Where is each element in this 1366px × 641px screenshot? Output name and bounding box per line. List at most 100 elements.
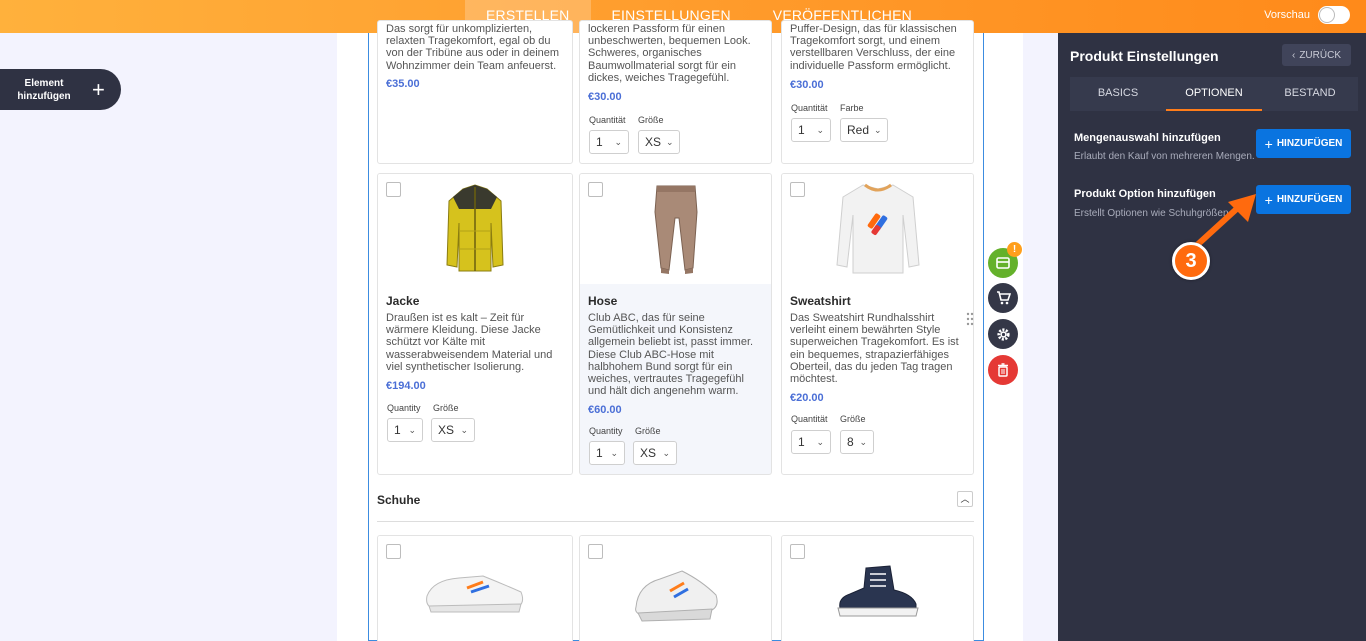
- size-label: Größe: [638, 115, 664, 125]
- product-image-sneaker-navy: [782, 536, 973, 636]
- drag-handle-icon[interactable]: [966, 312, 974, 326]
- chevron-down-icon: ⌄: [662, 447, 670, 458]
- cart-fab[interactable]: [988, 283, 1018, 313]
- product-description: Puffer-Design, das für klassischen Trage…: [790, 23, 957, 72]
- product-card[interactable]: Das sorgt für unkomplizierten, relaxten …: [377, 20, 573, 164]
- product-price: €30.00: [790, 79, 824, 91]
- product-description: lockeren Passform für einen unbeschwerte…: [588, 23, 751, 84]
- product-name: Hose: [588, 294, 618, 308]
- add-element-label: Element hinzufügen: [17, 77, 71, 102]
- size-select[interactable]: XS ⌄: [633, 441, 677, 465]
- preview-toggle[interactable]: [1318, 6, 1350, 24]
- card-icon: [996, 257, 1010, 269]
- delete-fab[interactable]: [988, 355, 1018, 385]
- size-label: Größe: [433, 403, 459, 413]
- back-label: ZURÜCK: [1299, 49, 1341, 61]
- chevron-down-icon: ⌄: [460, 424, 468, 435]
- product-card[interactable]: Puffer-Design, das für klassischen Trage…: [781, 20, 974, 164]
- settings-fab[interactable]: [988, 319, 1018, 349]
- product-card[interactable]: lockeren Passform für einen unbeschwerte…: [579, 20, 772, 164]
- product-image-sneaker-white: [378, 536, 572, 636]
- size-select[interactable]: XS ⌄: [638, 130, 680, 154]
- size-select[interactable]: XS ⌄: [431, 418, 475, 442]
- product-price: €20.00: [790, 392, 824, 404]
- product-checkbox[interactable]: [386, 182, 401, 197]
- product-image-sweatshirt: [782, 174, 973, 284]
- quantity-select[interactable]: 1 ⌄: [791, 430, 831, 454]
- panel-tabs: BASICS OPTIONEN BESTAND: [1070, 77, 1358, 111]
- product-price: €60.00: [588, 404, 622, 416]
- size-select[interactable]: 8 ⌄: [840, 430, 874, 454]
- chevron-down-icon: ⌄: [614, 136, 622, 147]
- product-checkbox[interactable]: [386, 544, 401, 559]
- quantity-option-title: Mengenauswahl hinzufügen: [1074, 132, 1221, 144]
- product-card[interactable]: [377, 535, 573, 641]
- section-divider: [377, 521, 974, 522]
- step-marker: 3: [1172, 242, 1210, 280]
- product-description: Das Sweatshirt Rundhalsshirt verleiht ei…: [790, 312, 959, 386]
- add-element-button[interactable]: Element hinzufügen +: [0, 69, 121, 110]
- product-card[interactable]: [579, 535, 772, 641]
- product-image-sneaker-grey: [580, 536, 771, 636]
- product-name: Sweatshirt: [790, 294, 851, 308]
- quantity-select[interactable]: 1 ⌄: [589, 130, 629, 154]
- product-checkbox[interactable]: [588, 182, 603, 197]
- product-checkbox[interactable]: [588, 544, 603, 559]
- trash-icon: [998, 363, 1008, 377]
- tab-optionen[interactable]: OPTIONEN: [1166, 77, 1262, 111]
- plus-icon: +: [1264, 135, 1273, 152]
- plus-icon: +: [1264, 191, 1273, 208]
- quantity-select[interactable]: 1 ⌄: [791, 118, 831, 142]
- back-button[interactable]: ‹ ZURÜCK: [1282, 44, 1351, 66]
- tab-basics[interactable]: BASICS: [1070, 77, 1166, 111]
- plus-icon: +: [92, 76, 105, 102]
- sneaker-icon: [426, 575, 524, 613]
- color-label: Farbe: [840, 103, 864, 113]
- chevron-left-icon: ‹: [1291, 49, 1296, 61]
- panel-title: Produkt Einstellungen: [1070, 48, 1219, 64]
- product-settings-panel: Produkt Einstellungen ‹ ZURÜCK BASICS OP…: [1058, 33, 1366, 641]
- product-description: Das sorgt für unkomplizierten, relaxten …: [386, 23, 560, 72]
- warning-badge: !: [1007, 242, 1022, 257]
- collapse-section-button[interactable]: ︿: [957, 491, 973, 507]
- quantity-select[interactable]: 1 ⌄: [589, 441, 625, 465]
- product-name: Jacke: [386, 294, 420, 308]
- product-image-jacket: [378, 174, 572, 284]
- tab-bestand[interactable]: BESTAND: [1262, 77, 1358, 111]
- preview-label: Vorschau: [1264, 9, 1310, 21]
- product-description: Draußen ist es kalt – Zeit für wärmere K…: [386, 312, 553, 373]
- product-card-hose[interactable]: Hose Club ABC, das für seine Gemütlichke…: [579, 173, 772, 475]
- product-card[interactable]: [781, 535, 974, 641]
- product-checkbox[interactable]: [790, 544, 805, 559]
- sneaker-icon: [634, 570, 718, 622]
- tutorial-arrow-icon: [1193, 194, 1256, 249]
- product-price: €30.00: [588, 91, 622, 103]
- chevron-down-icon: ⌄: [610, 447, 618, 458]
- product-card-sweatshirt[interactable]: Sweatshirt Das Sweatshirt Rundhalsshirt …: [781, 173, 974, 475]
- quantity-label: Quantity: [589, 426, 623, 436]
- quantity-label: Quantität: [589, 115, 626, 125]
- product-card-jacke[interactable]: Jacke Draußen ist es kalt – Zeit für wär…: [377, 173, 573, 475]
- chevron-down-icon: ⌄: [859, 436, 867, 447]
- color-select[interactable]: Red ⌄: [840, 118, 888, 142]
- chevron-down-icon: ⌄: [816, 436, 824, 447]
- quantity-label: Quantität: [791, 414, 828, 424]
- section-title: Schuhe: [377, 493, 421, 507]
- product-checkbox[interactable]: [790, 182, 805, 197]
- product-image-pants: [580, 174, 771, 284]
- quantity-label: Quantity: [387, 403, 421, 413]
- quantity-option-subtitle: Erlaubt den Kauf von mehreren Mengen.: [1074, 151, 1254, 162]
- add-quantity-button[interactable]: + HINZUFÜGEN: [1256, 129, 1351, 158]
- cart-icon: [996, 291, 1011, 305]
- chevron-up-icon: ︿: [960, 494, 970, 504]
- chevron-down-icon: ⌄: [408, 424, 416, 435]
- size-label: Größe: [840, 414, 866, 424]
- quantity-select[interactable]: 1 ⌄: [387, 418, 423, 442]
- add-product-option-button[interactable]: + HINZUFÜGEN: [1256, 185, 1351, 214]
- chevron-down-icon: ⌄: [666, 136, 674, 147]
- size-label: Größe: [635, 426, 661, 436]
- sweatshirt-icon: [835, 183, 920, 274]
- product-description: Club ABC, das für seine Gemütlichkeit un…: [588, 312, 754, 398]
- preview-switch: Vorschau: [1264, 6, 1350, 24]
- quantity-label: Quantität: [791, 103, 828, 113]
